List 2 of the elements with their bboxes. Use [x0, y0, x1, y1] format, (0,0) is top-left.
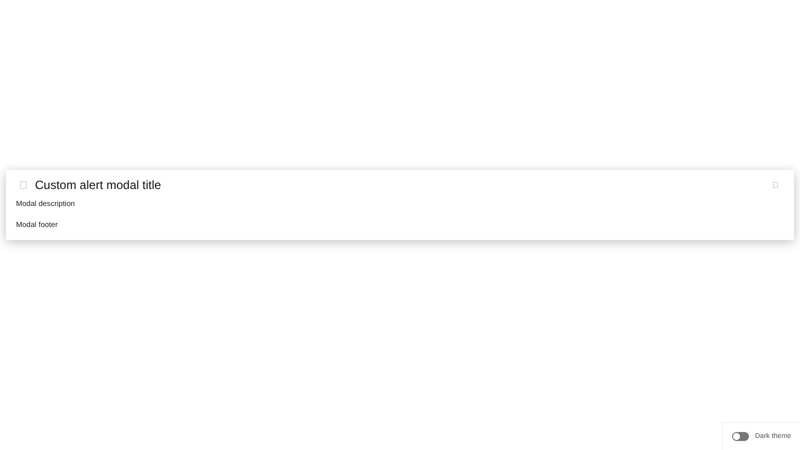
modal-title: Custom alert modal title — [35, 178, 162, 192]
theme-toggle[interactable] — [732, 432, 749, 441]
